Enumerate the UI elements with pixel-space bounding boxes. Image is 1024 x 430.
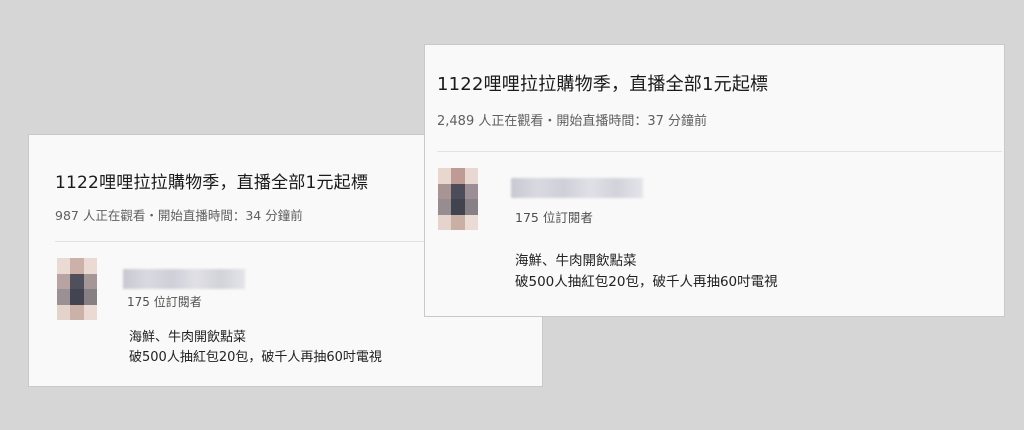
description-line: 海鮮、牛肉開飲點菜 <box>129 330 247 345</box>
subscriber-count: 175 位訂閱者 <box>127 295 202 309</box>
stream-description: 海鮮、牛肉開飲點菜 破500人抽紅包20包，破千人再抽60吋電視 <box>515 251 778 293</box>
description-line: 破500人抽紅包20包，破千人再抽60吋電視 <box>515 273 778 290</box>
blurred-channel-name[interactable] <box>511 178 643 198</box>
description-line: 海鮮、牛肉開飲點菜 <box>515 253 637 269</box>
stream-title[interactable]: 1122哩哩拉拉購物季，直播全部1元起標 <box>55 168 368 193</box>
divider <box>437 151 1002 152</box>
viewer-count-and-start-time: 2,489 人正在觀看・開始直播時間：37 分鐘前 <box>437 114 708 129</box>
description-line: 破500人抽紅包20包，破千人再抽60吋電視 <box>129 350 382 366</box>
blurred-channel-name[interactable] <box>123 269 245 289</box>
channel-avatar-icon[interactable] <box>438 168 478 230</box>
viewer-count-and-start-time: 987 人正在觀看・開始直播時間：34 分鐘前 <box>55 208 303 223</box>
subscriber-count: 175 位訂閱者 <box>515 210 593 225</box>
livestream-info-card-front: 1122哩哩拉拉購物季，直播全部1元起標 2,489 人正在觀看・開始直播時間：… <box>424 44 1005 317</box>
stream-description: 海鮮、牛肉開飲點菜 破500人抽紅包20包，破千人再抽60吋電視 <box>129 328 382 368</box>
channel-avatar-icon[interactable] <box>57 258 97 320</box>
stream-title[interactable]: 1122哩哩拉拉購物季，直播全部1元起標 <box>437 70 768 96</box>
